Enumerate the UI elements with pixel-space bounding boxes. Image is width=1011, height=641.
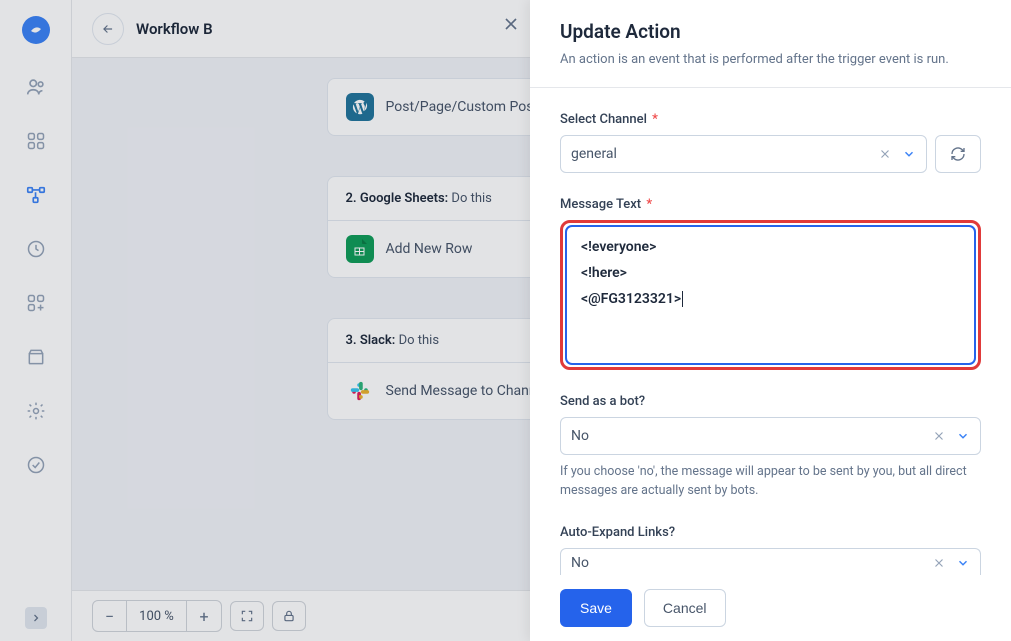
autoexpand-label: Auto-Expand Links? bbox=[560, 525, 981, 540]
autoexpand-field: Auto-Expand Links? No bbox=[560, 525, 981, 575]
channel-select[interactable]: general bbox=[560, 135, 927, 173]
autoexpand-select[interactable]: No bbox=[560, 548, 981, 575]
chevron-down-icon bbox=[956, 556, 970, 570]
bot-label: Send as a bot? bbox=[560, 394, 981, 409]
clear-icon[interactable] bbox=[932, 429, 946, 443]
chevron-down-icon bbox=[902, 147, 916, 161]
clear-icon[interactable] bbox=[932, 556, 946, 570]
clear-icon[interactable] bbox=[878, 147, 892, 161]
panel-body: Select Channel * general Message Text * bbox=[530, 88, 1011, 575]
channel-field: Select Channel * general bbox=[560, 112, 981, 173]
message-highlight: <!everyone> <!here> <@FG3123321> bbox=[560, 220, 981, 370]
chevron-down-icon bbox=[956, 429, 970, 443]
autoexpand-value: No bbox=[571, 555, 932, 571]
message-label: Message Text * bbox=[560, 197, 981, 212]
bot-select[interactable]: No bbox=[560, 417, 981, 455]
message-textarea[interactable]: <!everyone> <!here> <@FG3123321> bbox=[565, 225, 976, 365]
text-cursor bbox=[682, 291, 683, 307]
channel-value: general bbox=[571, 146, 878, 162]
panel-footer: Save Cancel bbox=[530, 575, 1011, 641]
channel-label: Select Channel * bbox=[560, 112, 981, 127]
cancel-button[interactable]: Cancel bbox=[644, 589, 726, 627]
bot-help-text: If you choose 'no', the message will app… bbox=[560, 463, 981, 501]
update-action-panel: Update Action An action is an event that… bbox=[530, 0, 1011, 641]
refresh-button[interactable] bbox=[935, 135, 981, 173]
save-button[interactable]: Save bbox=[560, 589, 632, 627]
bot-field: Send as a bot? No If you choose 'no', th… bbox=[560, 394, 981, 501]
message-field: Message Text * <!everyone> <!here> <@FG3… bbox=[560, 197, 981, 370]
panel-header: Update Action An action is an event that… bbox=[530, 0, 1011, 88]
bot-value: No bbox=[571, 428, 932, 444]
panel-subtitle: An action is an event that is performed … bbox=[560, 51, 981, 69]
panel-title: Update Action bbox=[560, 20, 981, 43]
